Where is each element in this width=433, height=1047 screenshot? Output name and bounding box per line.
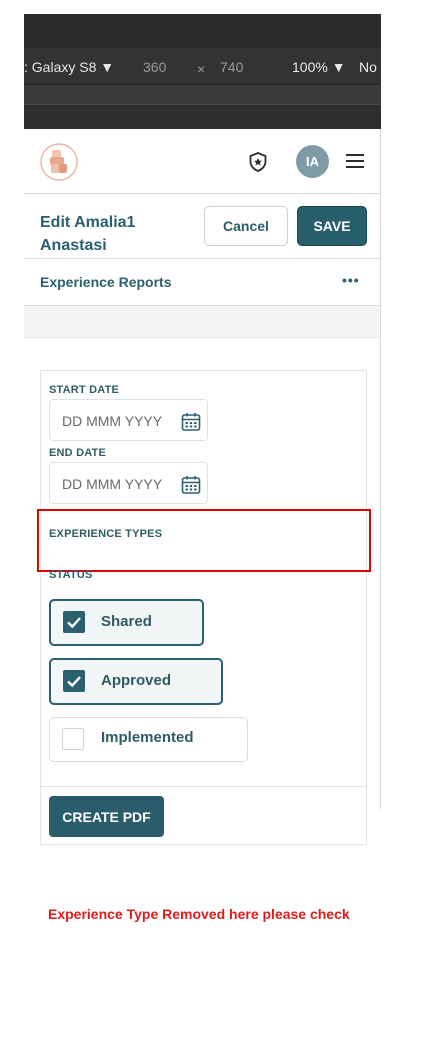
status-label-approved: Approved bbox=[101, 672, 172, 689]
divider bbox=[24, 258, 380, 259]
save-button[interactable]: SAVE bbox=[297, 206, 367, 246]
start-date-input[interactable]: DD MMM YYYY bbox=[49, 399, 208, 441]
device-select[interactable]: : Galaxy S8 ▼ bbox=[24, 59, 114, 75]
devtools-ruler-2 bbox=[24, 104, 381, 130]
calendar-icon[interactable] bbox=[181, 475, 201, 495]
status-label-implemented: Implemented bbox=[101, 729, 194, 746]
logo-icon bbox=[40, 143, 78, 181]
more-options-button[interactable]: ••• bbox=[342, 272, 360, 288]
zoom-select[interactable]: 100% ▼ bbox=[292, 59, 346, 75]
times-icon: × bbox=[197, 61, 206, 77]
checkbox-checked-icon bbox=[63, 611, 85, 633]
status-checkbox-approved[interactable]: Approved bbox=[49, 658, 223, 705]
checkbox-checked-icon bbox=[63, 670, 85, 692]
start-date-label: START DATE bbox=[49, 384, 120, 396]
chevron-down-icon: ▼ bbox=[100, 59, 115, 75]
avatar-initials: IA bbox=[306, 154, 319, 169]
height-input[interactable]: 740 bbox=[220, 59, 243, 75]
shield-star-icon[interactable] bbox=[247, 151, 269, 178]
zoom-value: 100% bbox=[292, 59, 328, 75]
devtools-ruler bbox=[24, 84, 381, 105]
hamburger-menu-icon[interactable] bbox=[346, 154, 364, 168]
cancel-button[interactable]: Cancel bbox=[204, 206, 288, 246]
section-title: Experience Reports bbox=[40, 274, 172, 290]
create-pdf-button[interactable]: CREATE PDF bbox=[49, 796, 164, 837]
width-input[interactable]: 360 bbox=[143, 59, 166, 75]
review-highlight-box bbox=[37, 509, 371, 572]
status-label-shared: Shared bbox=[101, 613, 152, 630]
avatar[interactable]: IA bbox=[296, 145, 329, 178]
throttle-select[interactable]: No bbox=[359, 59, 377, 75]
status-label: STATUS bbox=[49, 569, 93, 581]
page-title-line2: Anastasi bbox=[40, 237, 107, 254]
calendar-icon[interactable] bbox=[181, 412, 201, 432]
app-header: IA bbox=[24, 129, 380, 194]
start-date-placeholder: DD MMM YYYY bbox=[62, 413, 163, 429]
checkbox-unchecked-icon bbox=[62, 728, 84, 750]
end-date-label: END DATE bbox=[49, 447, 107, 459]
section-spacer bbox=[24, 306, 380, 338]
review-note: Experience Type Removed here please chec… bbox=[48, 906, 350, 922]
page-title: Edit Amalia1 Anastasi bbox=[40, 211, 135, 257]
device-name: : Galaxy S8 bbox=[24, 59, 97, 75]
logo[interactable] bbox=[40, 143, 78, 186]
status-checkbox-shared[interactable]: Shared bbox=[49, 599, 204, 646]
divider bbox=[41, 786, 366, 787]
page-title-line1: Edit Amalia1 bbox=[40, 214, 136, 231]
status-checkbox-implemented[interactable]: Implemented bbox=[49, 717, 248, 762]
devtools-toolbar: : Galaxy S8 ▼ 360 × 740 100% ▼ No bbox=[24, 14, 381, 130]
end-date-placeholder: DD MMM YYYY bbox=[62, 476, 163, 492]
end-date-input[interactable]: DD MMM YYYY bbox=[49, 462, 208, 504]
chevron-down-icon: ▼ bbox=[331, 59, 346, 75]
